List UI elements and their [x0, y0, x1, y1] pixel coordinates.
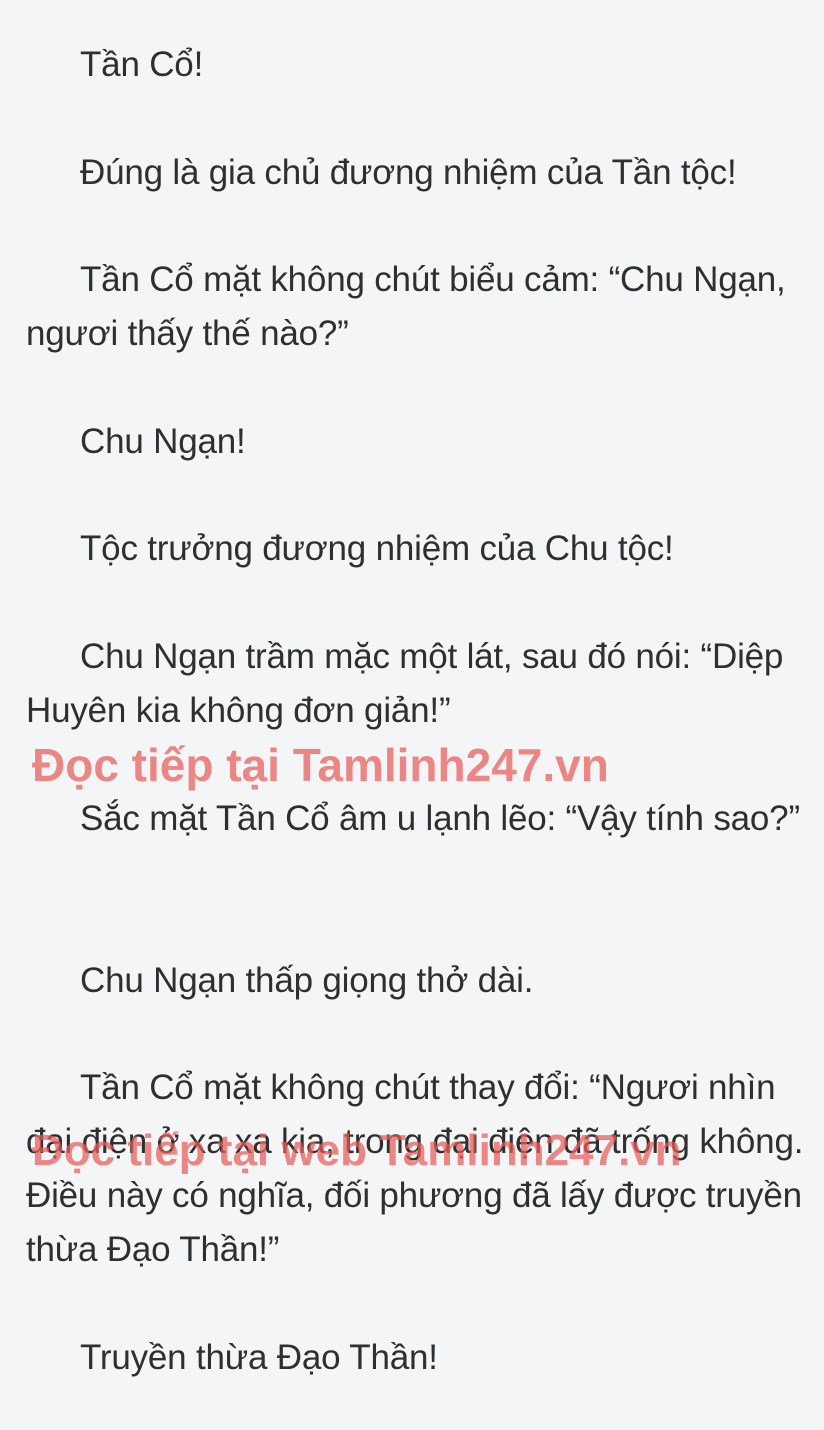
paragraph-7: Sắc mặt Tần Cổ âm u lạnh lẽo: “Vậy tính …: [80, 799, 800, 838]
paragraph-10: Truyền thừa Đạo Thần!: [80, 1338, 438, 1377]
paragraph-1: Tần Cổ!: [80, 45, 204, 84]
paragraph-9: Tần Cổ mặt không chút thay đổi: “Ngươi n…: [26, 1068, 804, 1269]
watermark-read-more: Đọc tiếp tại Tamlinh247.vn: [32, 739, 609, 791]
paragraph-2: Đúng là gia chủ đương nhiệm của Tần tộc!: [80, 153, 737, 192]
paragraph-6: Chu Ngạn trầm mặc một lát, sau đó nói: “…: [26, 637, 784, 730]
paragraph-4: Chu Ngạn!: [80, 422, 246, 461]
reader-page: Tần Cổ! Đúng là gia chủ đương nhiệm của …: [0, 0, 824, 1430]
paragraph-5: Tộc trưởng đương nhiệm của Chu tộc!: [80, 529, 674, 568]
paragraph-3: Tần Cổ mặt không chút biểu cảm: “Chu Ngạ…: [26, 260, 786, 353]
paragraph-8: Chu Ngạn thấp giọng thở dài.: [80, 961, 534, 1000]
